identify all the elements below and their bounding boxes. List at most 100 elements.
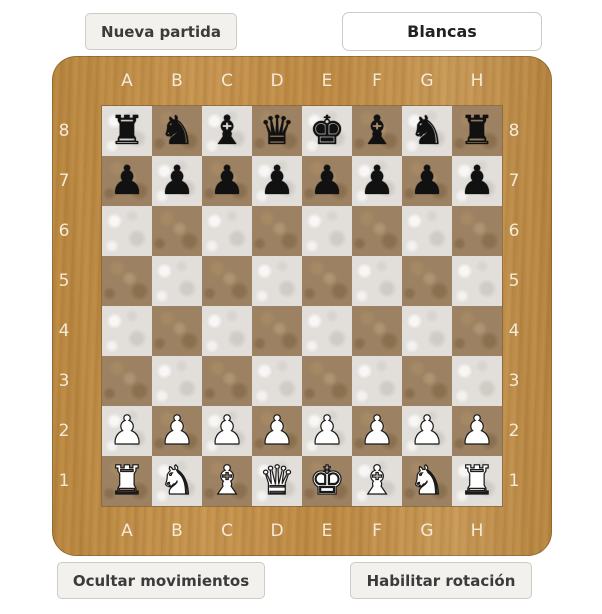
square-b4[interactable]: [152, 306, 202, 356]
black-pawn-icon[interactable]: ♟: [259, 161, 295, 201]
square-a7[interactable]: ♟: [102, 156, 152, 206]
square-f2[interactable]: ♟: [352, 406, 402, 456]
square-a3[interactable]: [102, 356, 152, 406]
square-d4[interactable]: [252, 306, 302, 356]
square-e7[interactable]: ♟: [302, 156, 352, 206]
square-b7[interactable]: ♟: [152, 156, 202, 206]
square-h7[interactable]: ♟: [452, 156, 502, 206]
black-knight-icon[interactable]: ♞: [159, 111, 195, 151]
square-e1[interactable]: ♚: [302, 456, 352, 506]
square-d1[interactable]: ♛: [252, 456, 302, 506]
square-e3[interactable]: [302, 356, 352, 406]
white-bishop-icon[interactable]: ♝: [208, 460, 245, 501]
white-pawn-icon[interactable]: ♟: [108, 410, 145, 451]
white-rook-icon[interactable]: ♜: [458, 460, 495, 501]
square-b6[interactable]: [152, 206, 202, 256]
white-pawn-icon[interactable]: ♟: [458, 410, 495, 451]
hide-moves-button[interactable]: Ocultar movimientos: [57, 562, 265, 599]
square-h4[interactable]: [452, 306, 502, 356]
square-a4[interactable]: [102, 306, 152, 356]
black-pawn-icon[interactable]: ♟: [109, 161, 145, 201]
square-b3[interactable]: [152, 356, 202, 406]
black-pawn-icon[interactable]: ♟: [309, 161, 345, 201]
white-bishop-icon[interactable]: ♝: [358, 460, 395, 501]
white-queen-icon[interactable]: ♛: [258, 460, 295, 501]
black-bishop-icon[interactable]: ♝: [359, 111, 395, 151]
square-g8[interactable]: ♞: [402, 106, 452, 156]
square-f1[interactable]: ♝: [352, 456, 402, 506]
square-c3[interactable]: [202, 356, 252, 406]
square-f6[interactable]: [352, 206, 402, 256]
square-e8[interactable]: ♚: [302, 106, 352, 156]
new-game-button[interactable]: Nueva partida: [85, 13, 237, 50]
square-b1[interactable]: ♞: [152, 456, 202, 506]
black-king-icon[interactable]: ♚: [309, 111, 345, 151]
black-knight-icon[interactable]: ♞: [409, 111, 445, 151]
square-c7[interactable]: ♟: [202, 156, 252, 206]
square-h1[interactable]: ♜: [452, 456, 502, 506]
black-queen-icon[interactable]: ♛: [259, 111, 295, 151]
square-f7[interactable]: ♟: [352, 156, 402, 206]
white-king-icon[interactable]: ♚: [308, 460, 345, 501]
square-e2[interactable]: ♟: [302, 406, 352, 456]
square-f4[interactable]: [352, 306, 402, 356]
white-pawn-icon[interactable]: ♟: [158, 410, 195, 451]
square-b2[interactable]: ♟: [152, 406, 202, 456]
square-f5[interactable]: [352, 256, 402, 306]
square-b5[interactable]: [152, 256, 202, 306]
square-c1[interactable]: ♝: [202, 456, 252, 506]
square-h5[interactable]: [452, 256, 502, 306]
player-color-select[interactable]: Blancas: [342, 12, 542, 51]
square-h2[interactable]: ♟: [452, 406, 502, 456]
enable-rotation-button[interactable]: Habilitar rotación: [350, 562, 532, 599]
square-a5[interactable]: [102, 256, 152, 306]
white-knight-icon[interactable]: ♞: [158, 460, 195, 501]
square-g7[interactable]: ♟: [402, 156, 452, 206]
square-d3[interactable]: [252, 356, 302, 406]
square-c4[interactable]: [202, 306, 252, 356]
square-a8[interactable]: ♜: [102, 106, 152, 156]
square-c2[interactable]: ♟: [202, 406, 252, 456]
square-a1[interactable]: ♜: [102, 456, 152, 506]
black-rook-icon[interactable]: ♜: [459, 111, 495, 151]
square-a6[interactable]: [102, 206, 152, 256]
white-pawn-icon[interactable]: ♟: [308, 410, 345, 451]
square-a2[interactable]: ♟: [102, 406, 152, 456]
square-g3[interactable]: [402, 356, 452, 406]
white-pawn-icon[interactable]: ♟: [208, 410, 245, 451]
square-e5[interactable]: [302, 256, 352, 306]
square-d5[interactable]: [252, 256, 302, 306]
square-g4[interactable]: [402, 306, 452, 356]
black-bishop-icon[interactable]: ♝: [209, 111, 245, 151]
square-d2[interactable]: ♟: [252, 406, 302, 456]
square-b8[interactable]: ♞: [152, 106, 202, 156]
square-d8[interactable]: ♛: [252, 106, 302, 156]
square-g2[interactable]: ♟: [402, 406, 452, 456]
square-c5[interactable]: [202, 256, 252, 306]
black-pawn-icon[interactable]: ♟: [409, 161, 445, 201]
black-rook-icon[interactable]: ♜: [109, 111, 145, 151]
white-pawn-icon[interactable]: ♟: [258, 410, 295, 451]
square-g5[interactable]: [402, 256, 452, 306]
square-e6[interactable]: [302, 206, 352, 256]
white-pawn-icon[interactable]: ♟: [358, 410, 395, 451]
square-c8[interactable]: ♝: [202, 106, 252, 156]
square-f3[interactable]: [352, 356, 402, 406]
square-g6[interactable]: [402, 206, 452, 256]
black-pawn-icon[interactable]: ♟: [209, 161, 245, 201]
square-d6[interactable]: [252, 206, 302, 256]
square-g1[interactable]: ♞: [402, 456, 452, 506]
square-c6[interactable]: [202, 206, 252, 256]
square-h8[interactable]: ♜: [452, 106, 502, 156]
square-f8[interactable]: ♝: [352, 106, 402, 156]
black-pawn-icon[interactable]: ♟: [459, 161, 495, 201]
square-h3[interactable]: [452, 356, 502, 406]
black-pawn-icon[interactable]: ♟: [159, 161, 195, 201]
square-e4[interactable]: [302, 306, 352, 356]
black-pawn-icon[interactable]: ♟: [359, 161, 395, 201]
white-rook-icon[interactable]: ♜: [108, 460, 145, 501]
square-d7[interactable]: ♟: [252, 156, 302, 206]
white-knight-icon[interactable]: ♞: [408, 460, 445, 501]
white-pawn-icon[interactable]: ♟: [408, 410, 445, 451]
square-h6[interactable]: [452, 206, 502, 256]
